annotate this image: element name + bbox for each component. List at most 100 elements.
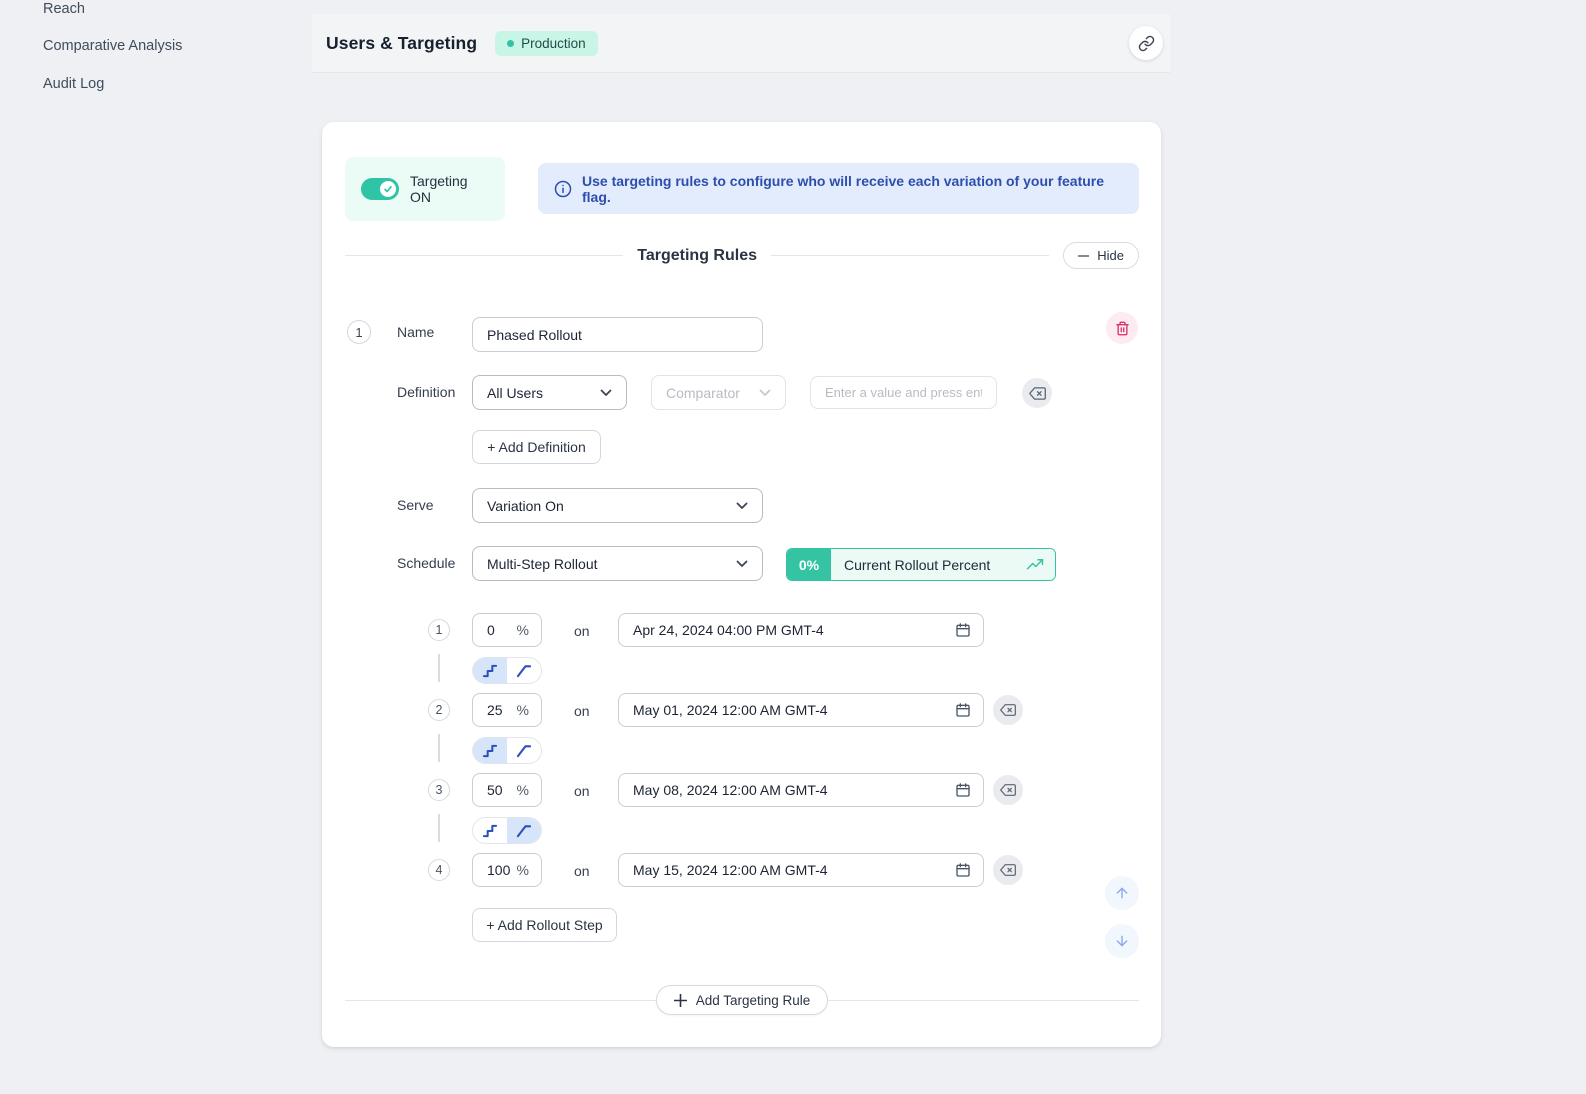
arrow-down-icon (1114, 933, 1130, 949)
page-header: Users & Targeting Production (312, 14, 1170, 73)
remove-step-button[interactable] (993, 855, 1023, 885)
name-label: Name (397, 322, 434, 342)
targeting-toggle[interactable] (361, 178, 399, 200)
app-screen: Reach Comparative Analysis Audit Log Use… (0, 0, 1586, 1094)
linear-mode-button[interactable] (507, 658, 541, 683)
link-icon (1138, 35, 1155, 52)
divider-line (828, 1000, 1139, 1001)
move-rule-down-button[interactable] (1105, 924, 1139, 958)
step-date-value: May 08, 2024 12:00 AM GMT-4 (633, 782, 828, 798)
comparator-select[interactable]: Comparator (651, 375, 786, 410)
transition-mode-toggle (472, 817, 542, 844)
divider-line (345, 1000, 656, 1001)
schedule-select-value: Multi-Step Rollout (487, 556, 598, 572)
step-date-value: Apr 24, 2024 04:00 PM GMT-4 (633, 622, 824, 638)
step-date-input[interactable]: May 01, 2024 12:00 AM GMT-4 (618, 693, 984, 727)
backspace-icon (1029, 385, 1046, 402)
environment-dot-icon (507, 40, 514, 47)
step-percent-input[interactable]: 100 % (472, 853, 542, 887)
step-date-value: May 01, 2024 12:00 AM GMT-4 (633, 702, 828, 718)
sidebar-item-audit-log[interactable]: Audit Log (43, 76, 104, 92)
targeting-card: Targeting ON Use targeting rules to conf… (322, 122, 1161, 1047)
step-percent-value: 0 (487, 622, 495, 638)
step-number-badge: 4 (428, 859, 450, 881)
calendar-icon (955, 862, 971, 878)
info-banner: Use targeting rules to configure who wil… (538, 163, 1139, 214)
targeting-rules-divider: Targeting Rules Hide (345, 241, 1139, 270)
calendar-icon (955, 702, 971, 718)
current-rollout-percent: 0% (787, 549, 831, 580)
step-percent-value: 50 (487, 782, 503, 798)
add-targeting-rule-label: Add Targeting Rule (696, 993, 811, 1008)
transition-mode-toggle (472, 737, 542, 764)
current-rollout-widget: 0% Current Rollout Percent (786, 548, 1056, 581)
move-rule-up-button[interactable] (1105, 876, 1139, 910)
rule-name-input[interactable] (472, 317, 763, 352)
step-percent-value: 25 (487, 702, 503, 718)
chevron-down-icon (759, 389, 771, 397)
serve-select-value: Variation On (487, 498, 564, 514)
hide-rules-button[interactable]: Hide (1063, 242, 1139, 269)
linear-mode-button[interactable] (507, 818, 541, 843)
percent-suffix: % (517, 782, 529, 798)
environment-badge-label: Production (521, 36, 586, 51)
step-percent-value: 100 (487, 862, 510, 878)
remove-step-button[interactable] (993, 775, 1023, 805)
step-connector-line (438, 654, 440, 682)
transition-mode-toggle (472, 657, 542, 684)
step-date-input[interactable]: Apr 24, 2024 04:00 PM GMT-4 (618, 613, 984, 647)
on-label: on (574, 783, 590, 799)
step-date-input[interactable]: May 15, 2024 12:00 AM GMT-4 (618, 853, 984, 887)
backspace-icon (1000, 702, 1016, 718)
add-definition-button[interactable]: + Add Definition (472, 430, 601, 464)
backspace-icon (1000, 862, 1016, 878)
on-label: on (574, 623, 590, 639)
add-targeting-rule-button[interactable]: Add Targeting Rule (656, 985, 829, 1015)
current-rollout-label: Current Rollout Percent (844, 557, 990, 573)
divider-line (345, 255, 623, 256)
step-percent-input[interactable]: 25 % (472, 693, 542, 727)
backspace-icon (1000, 782, 1016, 798)
delete-rule-button[interactable] (1106, 312, 1138, 344)
step-mode-button[interactable] (473, 658, 507, 683)
chevron-down-icon (736, 560, 748, 568)
step-mode-button[interactable] (473, 818, 507, 843)
remove-step-button[interactable] (993, 695, 1023, 725)
arrow-up-icon (1114, 885, 1130, 901)
rule-number-badge: 1 (347, 320, 371, 344)
audience-select[interactable]: All Users (472, 375, 627, 410)
step-percent-input[interactable]: 50 % (472, 773, 542, 807)
calendar-icon (955, 622, 971, 638)
add-rollout-step-button[interactable]: + Add Rollout Step (472, 908, 617, 942)
step-mode-button[interactable] (473, 738, 507, 763)
step-date-input[interactable]: May 08, 2024 12:00 AM GMT-4 (618, 773, 984, 807)
targeting-status-box: Targeting ON (345, 157, 505, 221)
plus-icon (674, 994, 687, 1007)
info-banner-text: Use targeting rules to configure who wil… (582, 173, 1123, 205)
on-label: on (574, 703, 590, 719)
linear-mode-button[interactable] (507, 738, 541, 763)
page-title: Users & Targeting (326, 33, 477, 54)
percent-suffix: % (517, 622, 529, 638)
comparator-select-placeholder: Comparator (666, 385, 740, 401)
sidebar-item-reach[interactable]: Reach (43, 1, 85, 17)
calendar-icon (955, 782, 971, 798)
step-number-badge: 2 (428, 699, 450, 721)
divider-line (771, 255, 1049, 256)
clear-definition-button[interactable] (1022, 378, 1052, 408)
serve-select[interactable]: Variation On (472, 488, 763, 523)
copy-link-button[interactable] (1129, 26, 1163, 60)
schedule-select[interactable]: Multi-Step Rollout (472, 546, 763, 581)
toggle-knob (380, 181, 396, 197)
minus-icon (1078, 255, 1089, 257)
step-percent-input[interactable]: 0 % (472, 613, 542, 647)
hide-button-label: Hide (1097, 248, 1124, 263)
section-title: Targeting Rules (637, 247, 757, 265)
definition-value-input[interactable] (810, 376, 997, 409)
step-date-value: May 15, 2024 12:00 AM GMT-4 (633, 862, 828, 878)
step-number-badge: 1 (428, 619, 450, 641)
sidebar-item-comparative-analysis[interactable]: Comparative Analysis (43, 38, 182, 54)
step-number-badge: 3 (428, 779, 450, 801)
targeting-toggle-label: Targeting ON (410, 173, 489, 205)
percent-suffix: % (517, 862, 529, 878)
